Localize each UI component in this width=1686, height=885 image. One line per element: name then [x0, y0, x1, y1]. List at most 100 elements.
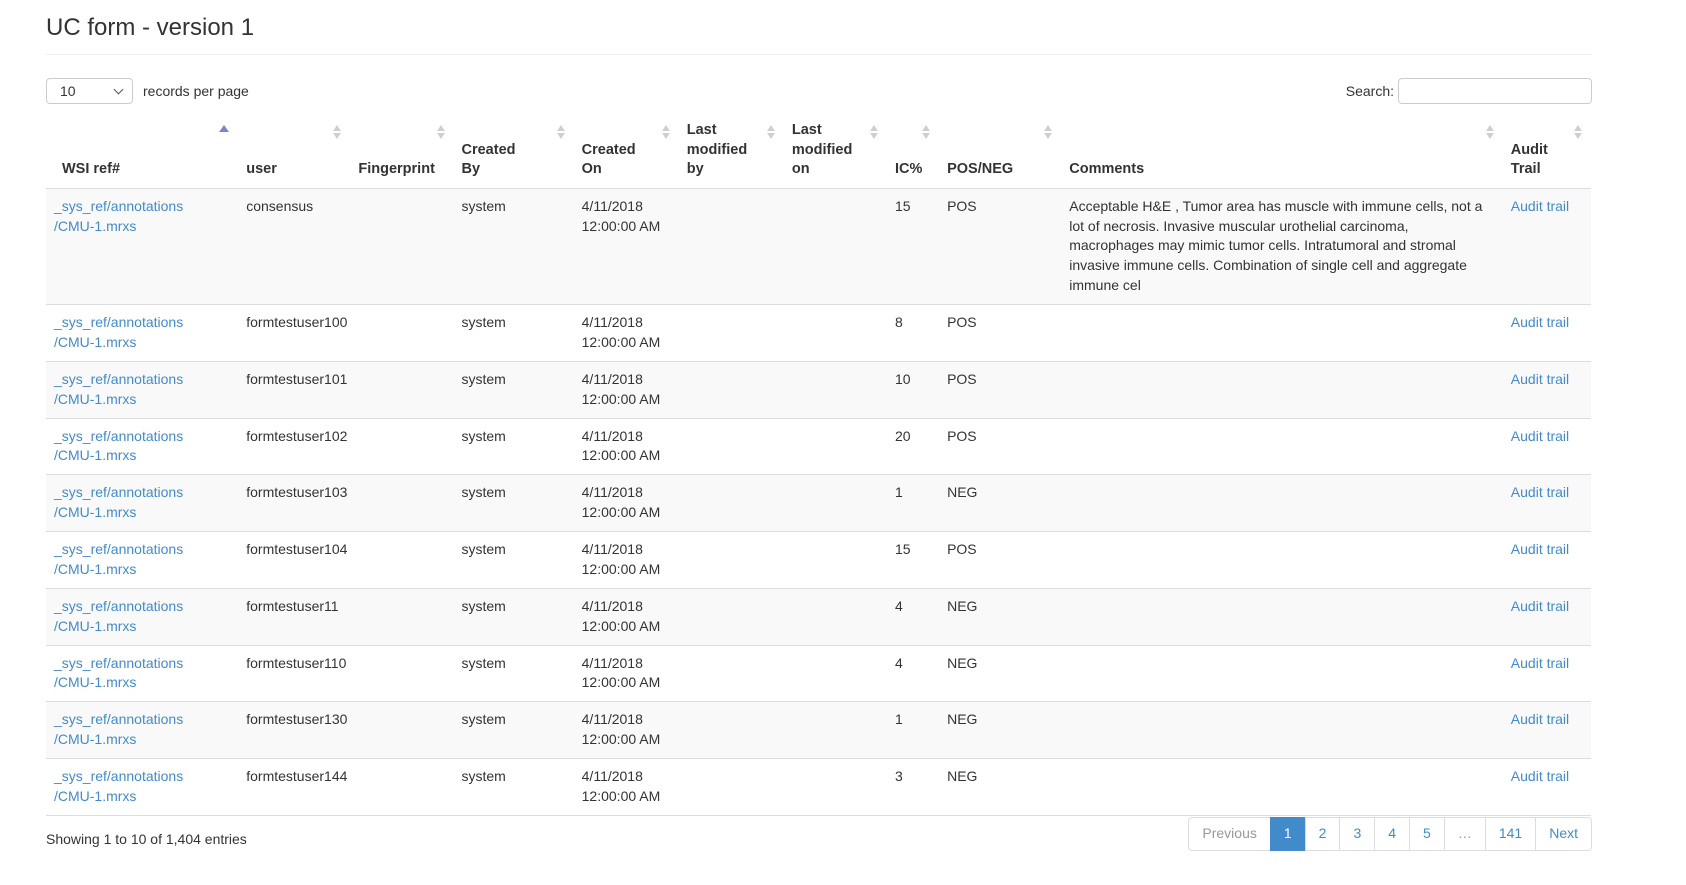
pagination-page-3[interactable]: 3: [1339, 817, 1375, 851]
column-header-user[interactable]: user: [238, 113, 350, 188]
audit-trail-link[interactable]: Audit trail: [1511, 541, 1569, 557]
table-body: _sys_ref/annotations/CMU-1.mrxs consensu…: [46, 188, 1591, 815]
title-divider: [46, 54, 1592, 55]
sort-both-icon: [662, 125, 670, 139]
sort-both-icon: [1044, 125, 1052, 139]
column-label: Comments: [1069, 160, 1144, 180]
audit-trail-cell: Audit trail: [1503, 305, 1591, 362]
table-footer: Showing 1 to 10 of 1,404 entries Previou…: [46, 816, 1592, 851]
wsi-ref-link[interactable]: _sys_ref/annotations/CMU-1.mrxs: [54, 597, 184, 637]
ic-pct-cell: 4: [887, 588, 939, 645]
audit-trail-link[interactable]: Audit trail: [1511, 428, 1569, 444]
user-cell: formtestuser110: [238, 645, 350, 702]
wsi-ref-cell: _sys_ref/annotations/CMU-1.mrxs: [46, 305, 238, 362]
last-modified-on-cell: [784, 702, 887, 759]
audit-trail-link[interactable]: Audit trail: [1511, 598, 1569, 614]
created-on-cell: 4/11/2018 12:00:00 AM: [574, 475, 679, 532]
created-by-cell: system: [454, 702, 574, 759]
column-header-audit-trail[interactable]: Audit Trail: [1503, 113, 1591, 188]
wsi-ref-link[interactable]: _sys_ref/annotations/CMU-1.mrxs: [54, 197, 184, 237]
pagination-page-3-item: 3: [1340, 817, 1375, 851]
last-modified-on-cell: [784, 305, 887, 362]
ic-pct-cell: 20: [887, 418, 939, 475]
sort-both-icon: [333, 125, 341, 139]
pagination-page-1-item: 1: [1271, 817, 1306, 851]
records-per-page-control: 10 records per page: [46, 78, 249, 104]
pagination-page-5[interactable]: 5: [1409, 817, 1445, 851]
pagination-page-141[interactable]: 141: [1485, 817, 1536, 851]
comments-cell: [1061, 361, 1503, 418]
ic-pct-cell: 3: [887, 759, 939, 816]
comments-cell: [1061, 475, 1503, 532]
created-by-cell: system: [454, 305, 574, 362]
column-label: Created By: [462, 141, 522, 180]
created-by-cell: system: [454, 588, 574, 645]
search-input[interactable]: [1398, 78, 1592, 104]
records-table: WSI ref# user Fingerprint Created By Cre…: [46, 113, 1591, 816]
sort-both-icon: [767, 125, 775, 139]
audit-trail-link[interactable]: Audit trail: [1511, 711, 1569, 727]
wsi-ref-cell: _sys_ref/annotations/CMU-1.mrxs: [46, 188, 238, 304]
wsi-ref-link[interactable]: _sys_ref/annotations/CMU-1.mrxs: [54, 313, 184, 353]
column-header-wsi-ref[interactable]: WSI ref#: [46, 113, 238, 188]
fingerprint-cell: [350, 361, 453, 418]
column-header-created-on[interactable]: Created On: [574, 113, 679, 188]
audit-trail-link[interactable]: Audit trail: [1511, 314, 1569, 330]
column-label: user: [246, 160, 277, 180]
audit-trail-link[interactable]: Audit trail: [1511, 768, 1569, 784]
last-modified-by-cell: [679, 588, 784, 645]
audit-trail-link[interactable]: Audit trail: [1511, 198, 1569, 214]
wsi-ref-cell: _sys_ref/annotations/CMU-1.mrxs: [46, 475, 238, 532]
audit-trail-cell: Audit trail: [1503, 645, 1591, 702]
column-label: Created On: [582, 141, 642, 180]
wsi-ref-link[interactable]: _sys_ref/annotations/CMU-1.mrxs: [54, 710, 184, 750]
pagination-next[interactable]: Next: [1535, 817, 1592, 851]
user-cell: formtestuser104: [238, 532, 350, 589]
audit-trail-link[interactable]: Audit trail: [1511, 484, 1569, 500]
last-modified-on-cell: [784, 645, 887, 702]
comments-cell: [1061, 588, 1503, 645]
audit-trail-link[interactable]: Audit trail: [1511, 655, 1569, 671]
created-by-cell: system: [454, 532, 574, 589]
fingerprint-cell: [350, 588, 453, 645]
column-header-ic-pct[interactable]: IC%: [887, 113, 939, 188]
table-row: _sys_ref/annotations/CMU-1.mrxs consensu…: [46, 188, 1591, 304]
column-header-comments[interactable]: Comments: [1061, 113, 1503, 188]
pos-neg-cell: NEG: [939, 702, 1061, 759]
last-modified-on-cell: [784, 418, 887, 475]
created-by-cell: system: [454, 188, 574, 304]
page-title: UC form - version 1: [46, 14, 1592, 42]
fingerprint-cell: [350, 702, 453, 759]
pagination-previous-item: Previous: [1188, 817, 1270, 851]
wsi-ref-link[interactable]: _sys_ref/annotations/CMU-1.mrxs: [54, 654, 184, 694]
user-cell: formtestuser11: [238, 588, 350, 645]
column-header-pos-neg[interactable]: POS/NEG: [939, 113, 1061, 188]
page-container: UC form - version 1 10 records per page …: [46, 14, 1592, 851]
column-header-fingerprint[interactable]: Fingerprint: [350, 113, 453, 188]
pagination-page-4[interactable]: 4: [1374, 817, 1410, 851]
audit-trail-link[interactable]: Audit trail: [1511, 371, 1569, 387]
wsi-ref-link[interactable]: _sys_ref/annotations/CMU-1.mrxs: [54, 540, 184, 580]
wsi-ref-link[interactable]: _sys_ref/annotations/CMU-1.mrxs: [54, 370, 184, 410]
audit-trail-cell: Audit trail: [1503, 361, 1591, 418]
pos-neg-cell: POS: [939, 418, 1061, 475]
pagination-next-item: Next: [1536, 817, 1592, 851]
pos-neg-cell: POS: [939, 305, 1061, 362]
wsi-ref-cell: _sys_ref/annotations/CMU-1.mrxs: [46, 418, 238, 475]
column-header-last-modified-on[interactable]: Last modified on: [784, 113, 887, 188]
audit-trail-cell: Audit trail: [1503, 588, 1591, 645]
wsi-ref-link[interactable]: _sys_ref/annotations/CMU-1.mrxs: [54, 427, 184, 467]
column-header-created-by[interactable]: Created By: [454, 113, 574, 188]
wsi-ref-link[interactable]: _sys_ref/annotations/CMU-1.mrxs: [54, 483, 184, 523]
records-per-page-select[interactable]: 10: [46, 78, 133, 104]
last-modified-by-cell: [679, 645, 784, 702]
comments-cell: [1061, 645, 1503, 702]
sort-both-icon: [922, 125, 930, 139]
wsi-ref-link[interactable]: _sys_ref/annotations/CMU-1.mrxs: [54, 767, 184, 807]
pagination-page-2[interactable]: 2: [1305, 817, 1341, 851]
ic-pct-cell: 15: [887, 532, 939, 589]
pagination-page-1[interactable]: 1: [1270, 817, 1306, 851]
column-header-last-modified-by[interactable]: Last modified by: [679, 113, 784, 188]
records-per-page-label: records per page: [143, 83, 249, 99]
created-on-cell: 4/11/2018 12:00:00 AM: [574, 418, 679, 475]
